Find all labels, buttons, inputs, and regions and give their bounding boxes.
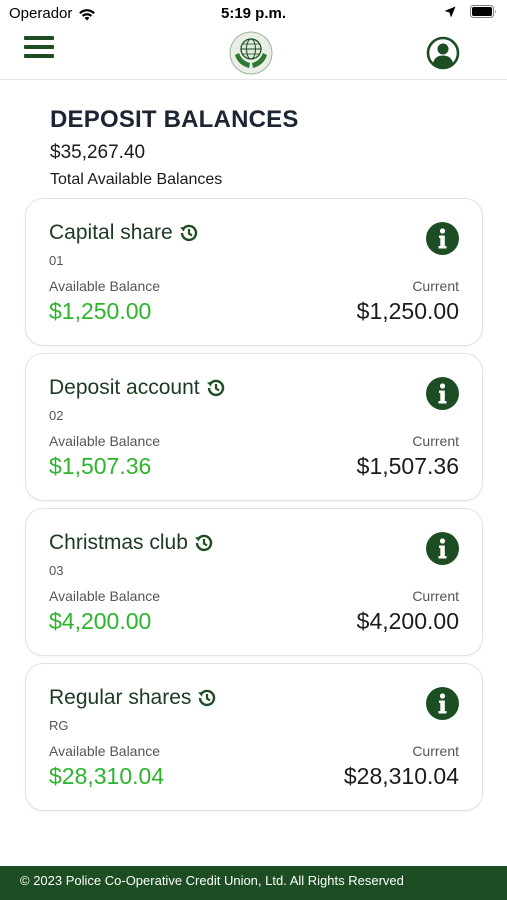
account-name: Regular shares bbox=[49, 686, 192, 709]
history-icon[interactable] bbox=[179, 223, 199, 243]
current-balance-label: Current bbox=[412, 743, 459, 759]
current-balance-value: $28,310.04 bbox=[343, 763, 459, 789]
available-balance-value: $1,507.36 bbox=[49, 453, 152, 479]
user-profile-icon[interactable] bbox=[426, 36, 460, 70]
history-icon[interactable] bbox=[206, 378, 226, 398]
account-name: Christmas club bbox=[49, 531, 188, 554]
current-balance-value: $1,250.00 bbox=[356, 298, 459, 324]
current-balance-label: Current bbox=[412, 588, 459, 604]
available-balance-label: Available Balance bbox=[49, 588, 161, 604]
account-name-row: Christmas club bbox=[49, 531, 214, 555]
account-card-deposit-account[interactable]: Deposit account 02 Available Balance $1,… bbox=[25, 353, 483, 501]
battery-icon bbox=[470, 5, 496, 18]
account-number: RG bbox=[49, 718, 69, 733]
current-balance-label: Current bbox=[412, 433, 459, 449]
credit-union-logo-icon bbox=[229, 31, 273, 75]
status-time: 5:19 p.m. bbox=[220, 5, 287, 22]
available-balance-label: Available Balance bbox=[49, 278, 161, 294]
info-icon[interactable] bbox=[426, 377, 459, 410]
account-card-capital-share[interactable]: Capital share 01 Available Balance $1,25… bbox=[25, 198, 483, 346]
info-icon[interactable] bbox=[426, 222, 459, 255]
info-icon[interactable] bbox=[426, 687, 459, 720]
account-list: Capital share 01 Available Balance $1,25… bbox=[25, 198, 483, 818]
total-available-amount: $35,267.40 bbox=[50, 142, 146, 163]
status-bar: Operador 5:19 p.m. bbox=[0, 0, 507, 28]
account-number: 02 bbox=[49, 408, 64, 423]
current-balance-value: $1,507.36 bbox=[356, 453, 459, 479]
history-icon[interactable] bbox=[197, 688, 217, 708]
account-number: 01 bbox=[49, 253, 64, 268]
account-card-christmas-club[interactable]: Christmas club 03 Available Balance $4,2… bbox=[25, 508, 483, 656]
history-icon[interactable] bbox=[194, 533, 214, 553]
available-balance-label: Available Balance bbox=[49, 433, 161, 449]
available-balance-label: Available Balance bbox=[49, 743, 161, 759]
account-name: Deposit account bbox=[49, 376, 200, 399]
status-indicators bbox=[444, 5, 497, 18]
current-balance-value: $4,200.00 bbox=[356, 608, 459, 634]
available-balance-value: $28,310.04 bbox=[49, 763, 165, 789]
account-name-row: Deposit account bbox=[49, 376, 226, 400]
account-name-row: Regular shares bbox=[49, 686, 217, 710]
current-balance-label: Current bbox=[412, 278, 459, 294]
total-available-label: Total Available Balances bbox=[50, 171, 223, 188]
copyright-footer: © 2023 Police Co-Operative Credit Union,… bbox=[0, 866, 507, 900]
account-name-row: Capital share bbox=[49, 221, 199, 245]
available-balance-value: $4,200.00 bbox=[49, 608, 152, 634]
account-card-regular-shares[interactable]: Regular shares RG Available Balance $28,… bbox=[25, 663, 483, 811]
page-title: DEPOSIT BALANCES bbox=[50, 106, 299, 133]
account-name: Capital share bbox=[49, 221, 173, 244]
available-balance-value: $1,250.00 bbox=[49, 298, 152, 324]
account-number: 03 bbox=[49, 563, 64, 578]
location-arrow-icon bbox=[444, 6, 456, 17]
info-icon[interactable] bbox=[426, 532, 459, 565]
top-navigation-bar bbox=[0, 28, 507, 80]
hamburger-menu-icon[interactable] bbox=[24, 36, 54, 60]
